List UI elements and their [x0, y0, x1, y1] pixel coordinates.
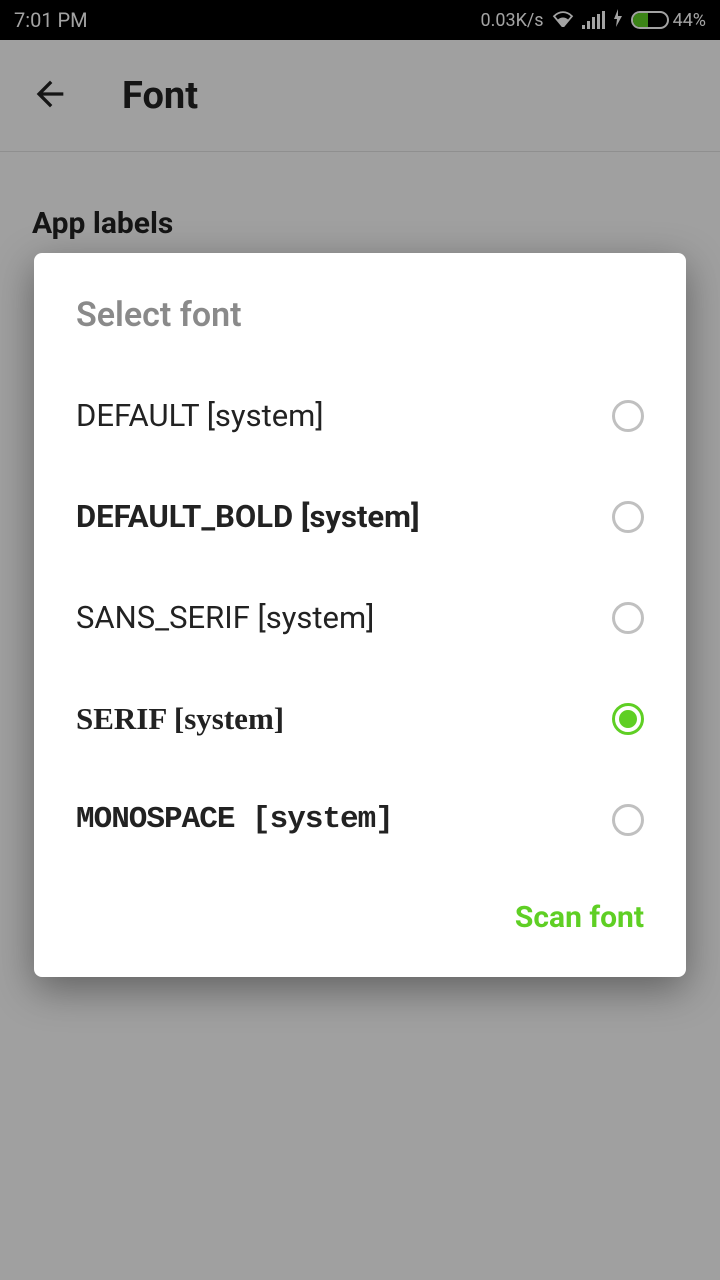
dialog-title: Select font [34, 295, 686, 365]
font-option-label: SANS_SERIF [system] [76, 599, 374, 636]
radio-icon [612, 400, 644, 432]
font-option-default-bold[interactable]: DEFAULT_BOLD [system] [34, 466, 686, 567]
select-font-dialog: Select font DEFAULT [system] DEFAULT_BOL… [34, 253, 686, 977]
font-option-serif[interactable]: SERIF [system] [34, 668, 686, 769]
font-option-sans-serif[interactable]: SANS_SERIF [system] [34, 567, 686, 668]
font-option-default[interactable]: DEFAULT [system] [34, 365, 686, 466]
radio-icon [612, 501, 644, 533]
scan-font-button[interactable]: Scan font [515, 900, 644, 935]
radio-icon-selected [612, 703, 644, 735]
dialog-actions: Scan font [34, 870, 686, 977]
radio-icon [612, 804, 644, 836]
font-option-label: SERIF [system] [76, 701, 284, 737]
font-option-label: MONOSPACE [system] [76, 802, 393, 837]
font-option-label: DEFAULT_BOLD [system] [76, 498, 420, 535]
font-option-label: DEFAULT [system] [76, 397, 324, 434]
radio-icon [612, 602, 644, 634]
font-option-monospace[interactable]: MONOSPACE [system] [34, 769, 686, 870]
